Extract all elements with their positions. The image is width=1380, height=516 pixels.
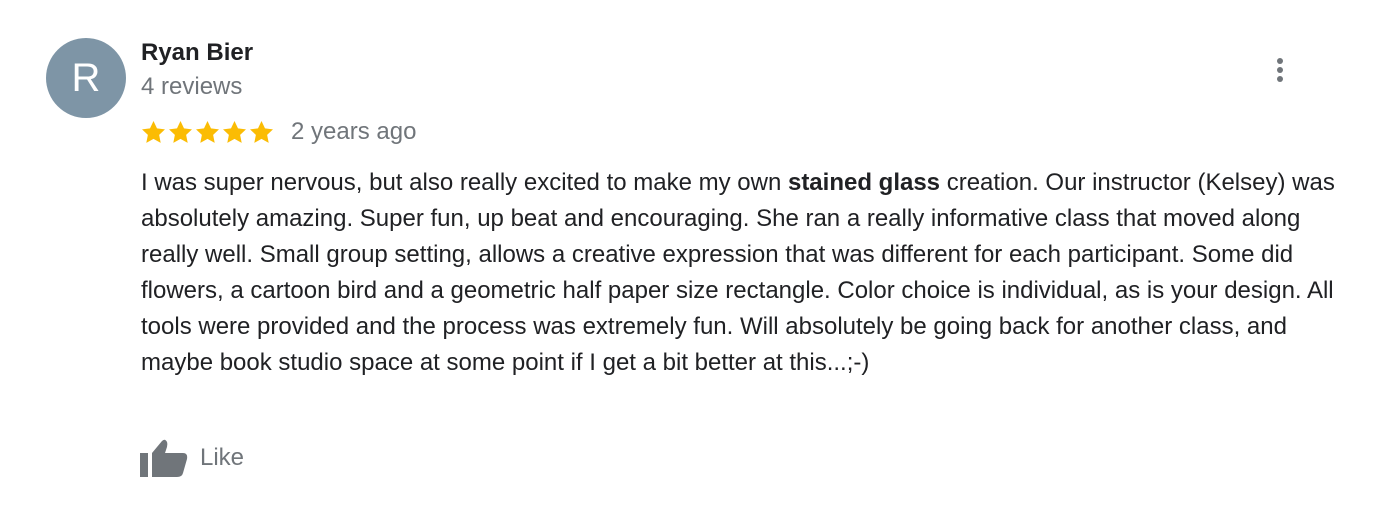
review-text: I was super nervous, but also really exc… — [141, 165, 1351, 381]
rating-row: 2 years ago — [140, 116, 416, 148]
more-vert-icon-dot — [1277, 67, 1283, 73]
review-card: R Ryan Bier 4 reviews 2 years ago I was … — [0, 0, 1380, 516]
star-icon — [250, 120, 273, 143]
star-icon — [169, 120, 192, 143]
review-text-part: I was super nervous, but also really exc… — [141, 169, 788, 196]
review-text-part: creation. Our instructor (Kelsey) was ab… — [141, 169, 1335, 376]
star-icon — [223, 120, 246, 143]
review-count[interactable]: 4 reviews — [141, 71, 242, 103]
avatar-initial: R — [71, 56, 101, 100]
star-icon — [142, 120, 165, 143]
review-text-highlight: stained glass — [787, 169, 941, 196]
review-date: 2 years ago — [291, 118, 417, 145]
more-vert-icon-dot — [1277, 76, 1283, 82]
more-options-button[interactable] — [1262, 52, 1298, 88]
star-icon — [196, 120, 219, 143]
reviewer-name[interactable]: Ryan Bier — [141, 37, 253, 69]
like-label: Like — [200, 444, 245, 471]
more-vert-icon — [1277, 58, 1283, 64]
like-button[interactable]: Like — [140, 437, 244, 479]
avatar[interactable]: R — [46, 38, 126, 118]
star-rating — [140, 119, 275, 146]
thumbs-up-icon — [140, 439, 188, 477]
